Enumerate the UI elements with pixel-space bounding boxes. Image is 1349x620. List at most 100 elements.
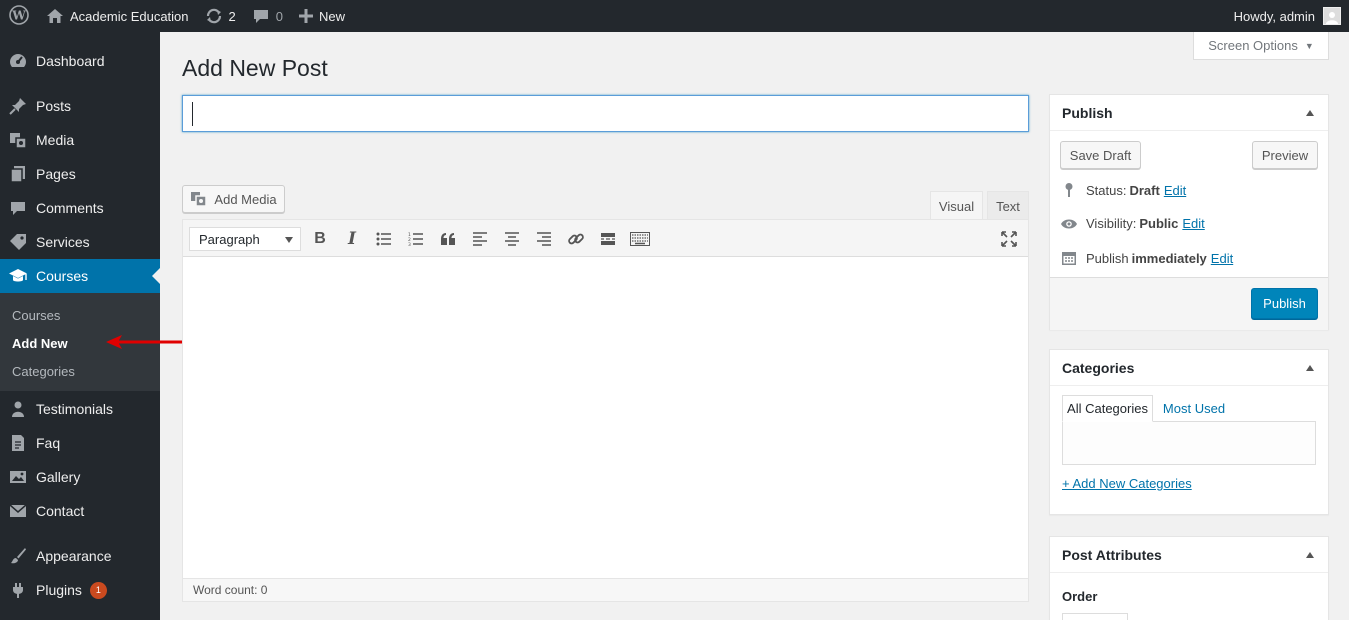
order-label: Order: [1062, 589, 1098, 604]
blockquote-button[interactable]: [437, 228, 459, 250]
sidebar-item-gallery[interactable]: Gallery: [0, 460, 160, 494]
sidebar-item-pages[interactable]: Pages: [0, 157, 160, 191]
visibility-row: Visibility: Public Edit: [1060, 216, 1205, 231]
toolbar-toggle-button[interactable]: [629, 228, 651, 250]
post-title-input[interactable]: [182, 95, 1029, 132]
sidebar-item-testimonials[interactable]: Testimonials: [0, 392, 160, 426]
tab-most-used[interactable]: Most Used: [1156, 395, 1232, 422]
caret-down-icon: ▼: [1304, 40, 1314, 51]
sidebar-item-dashboard[interactable]: Dashboard: [0, 44, 160, 78]
screen-options-button[interactable]: Screen Options ▼: [1193, 32, 1329, 60]
updates-link[interactable]: 2: [197, 0, 244, 32]
read-more-button[interactable]: [597, 228, 619, 250]
comments-link[interactable]: 0: [244, 0, 291, 32]
publish-schedule-value: immediately: [1131, 250, 1207, 266]
format-select[interactable]: Paragraph: [189, 227, 301, 251]
eye-icon: [1060, 218, 1078, 230]
home-icon: [46, 8, 64, 24]
publish-actions: Publish: [1050, 277, 1328, 330]
align-left-icon: [473, 232, 487, 246]
editor-content-area[interactable]: [183, 257, 1028, 579]
add-media-button[interactable]: Add Media: [182, 185, 285, 213]
pages-icon: [0, 165, 36, 183]
sidebar-item-posts[interactable]: Posts: [0, 89, 160, 123]
numbered-list-button[interactable]: 123: [405, 228, 427, 250]
insert-link-button[interactable]: [565, 228, 587, 250]
preview-button[interactable]: Preview: [1252, 141, 1318, 169]
chevron-up-icon[interactable]: [1306, 365, 1314, 371]
submenu-item-categories[interactable]: Categories: [12, 364, 75, 379]
categories-list: [1062, 421, 1316, 465]
align-center-icon: [505, 232, 519, 246]
order-input[interactable]: [1062, 613, 1128, 620]
new-content-link[interactable]: New: [291, 0, 353, 32]
read-more-icon: [601, 233, 615, 245]
plugins-update-badge: 1: [89, 581, 107, 599]
howdy-text: Howdy, admin: [1233, 8, 1315, 24]
tab-all-categories[interactable]: All Categories: [1062, 395, 1153, 422]
chevron-up-icon[interactable]: [1306, 552, 1314, 558]
bold-icon: B: [314, 230, 326, 247]
comments-count: 0: [275, 8, 283, 24]
schedule-edit-link[interactable]: Edit: [1211, 251, 1233, 266]
pin-icon: [0, 97, 36, 115]
categories-box-header[interactable]: Categories: [1050, 350, 1328, 386]
blockquote-icon: [441, 233, 455, 245]
publish-box-header[interactable]: Publish: [1050, 95, 1328, 131]
updates-icon: [205, 7, 223, 25]
sidebar-item-plugins[interactable]: Plugins 1: [0, 573, 160, 607]
italic-button[interactable]: I: [341, 228, 363, 250]
align-right-icon: [537, 232, 551, 246]
bullet-list-icon: [376, 232, 391, 246]
page-title: Add New Post: [182, 55, 328, 81]
sidebar-item-faq[interactable]: Faq: [0, 426, 160, 460]
admin-bar: W Academic Education 2 0 New Howdy, admi…: [0, 0, 1349, 32]
svg-text:W: W: [11, 8, 26, 22]
italic-icon: I: [348, 229, 356, 249]
dashboard-icon: [0, 52, 36, 70]
link-icon: [568, 233, 584, 245]
post-attributes-box: Post Attributes Order: [1049, 536, 1329, 620]
bold-button[interactable]: B: [309, 228, 331, 250]
word-count: Word count: 0: [193, 583, 268, 597]
editor-tab-text[interactable]: Text: [987, 191, 1029, 220]
new-label: New: [318, 8, 345, 24]
my-account-link[interactable]: Howdy, admin: [1234, 7, 1349, 25]
sidebar-item-services[interactable]: Services: [0, 225, 160, 259]
fullscreen-button[interactable]: [998, 228, 1020, 250]
publish-button[interactable]: Publish: [1251, 288, 1318, 319]
status-edit-link[interactable]: Edit: [1164, 183, 1186, 198]
bullet-list-button[interactable]: [373, 228, 395, 250]
align-left-button[interactable]: [469, 228, 491, 250]
users-icon: [0, 400, 36, 418]
chevron-down-icon: [285, 237, 293, 243]
site-name: Academic Education: [70, 8, 189, 24]
align-center-button[interactable]: [501, 228, 523, 250]
sidebar-item-media[interactable]: Media: [0, 123, 160, 157]
calendar-icon: [1060, 250, 1078, 266]
plus-icon: [298, 9, 313, 23]
sidebar-item-contact[interactable]: Contact: [0, 494, 160, 528]
publish-schedule-row: Publish immediately Edit: [1060, 250, 1233, 266]
svg-text:3: 3: [408, 242, 411, 246]
sidebar-item-comments[interactable]: Comments: [0, 191, 160, 225]
key-icon: [1060, 182, 1078, 198]
sidebar-item-courses[interactable]: Courses: [0, 259, 160, 293]
editor-toolbar: Paragraph B I 123: [183, 220, 1028, 257]
status-value: Draft: [1129, 182, 1160, 198]
document-icon: [0, 434, 36, 452]
chevron-up-icon[interactable]: [1306, 110, 1314, 116]
editor-tab-visual[interactable]: Visual: [930, 191, 983, 220]
avatar-icon: [1323, 7, 1341, 25]
add-new-category-link[interactable]: + Add New Categories: [1062, 476, 1192, 491]
submenu-item-courses[interactable]: Courses: [12, 308, 60, 323]
save-draft-button[interactable]: Save Draft: [1060, 141, 1141, 169]
visibility-edit-link[interactable]: Edit: [1182, 216, 1204, 231]
site-name-link[interactable]: Academic Education: [38, 0, 197, 32]
wordpress-logo-button[interactable]: W: [0, 0, 38, 32]
post-attributes-box-header[interactable]: Post Attributes: [1050, 537, 1328, 573]
sidebar-item-appearance[interactable]: Appearance: [0, 539, 160, 573]
align-right-button[interactable]: [533, 228, 555, 250]
media-icon: [0, 131, 36, 149]
submenu-item-add-new[interactable]: Add New: [12, 336, 68, 351]
